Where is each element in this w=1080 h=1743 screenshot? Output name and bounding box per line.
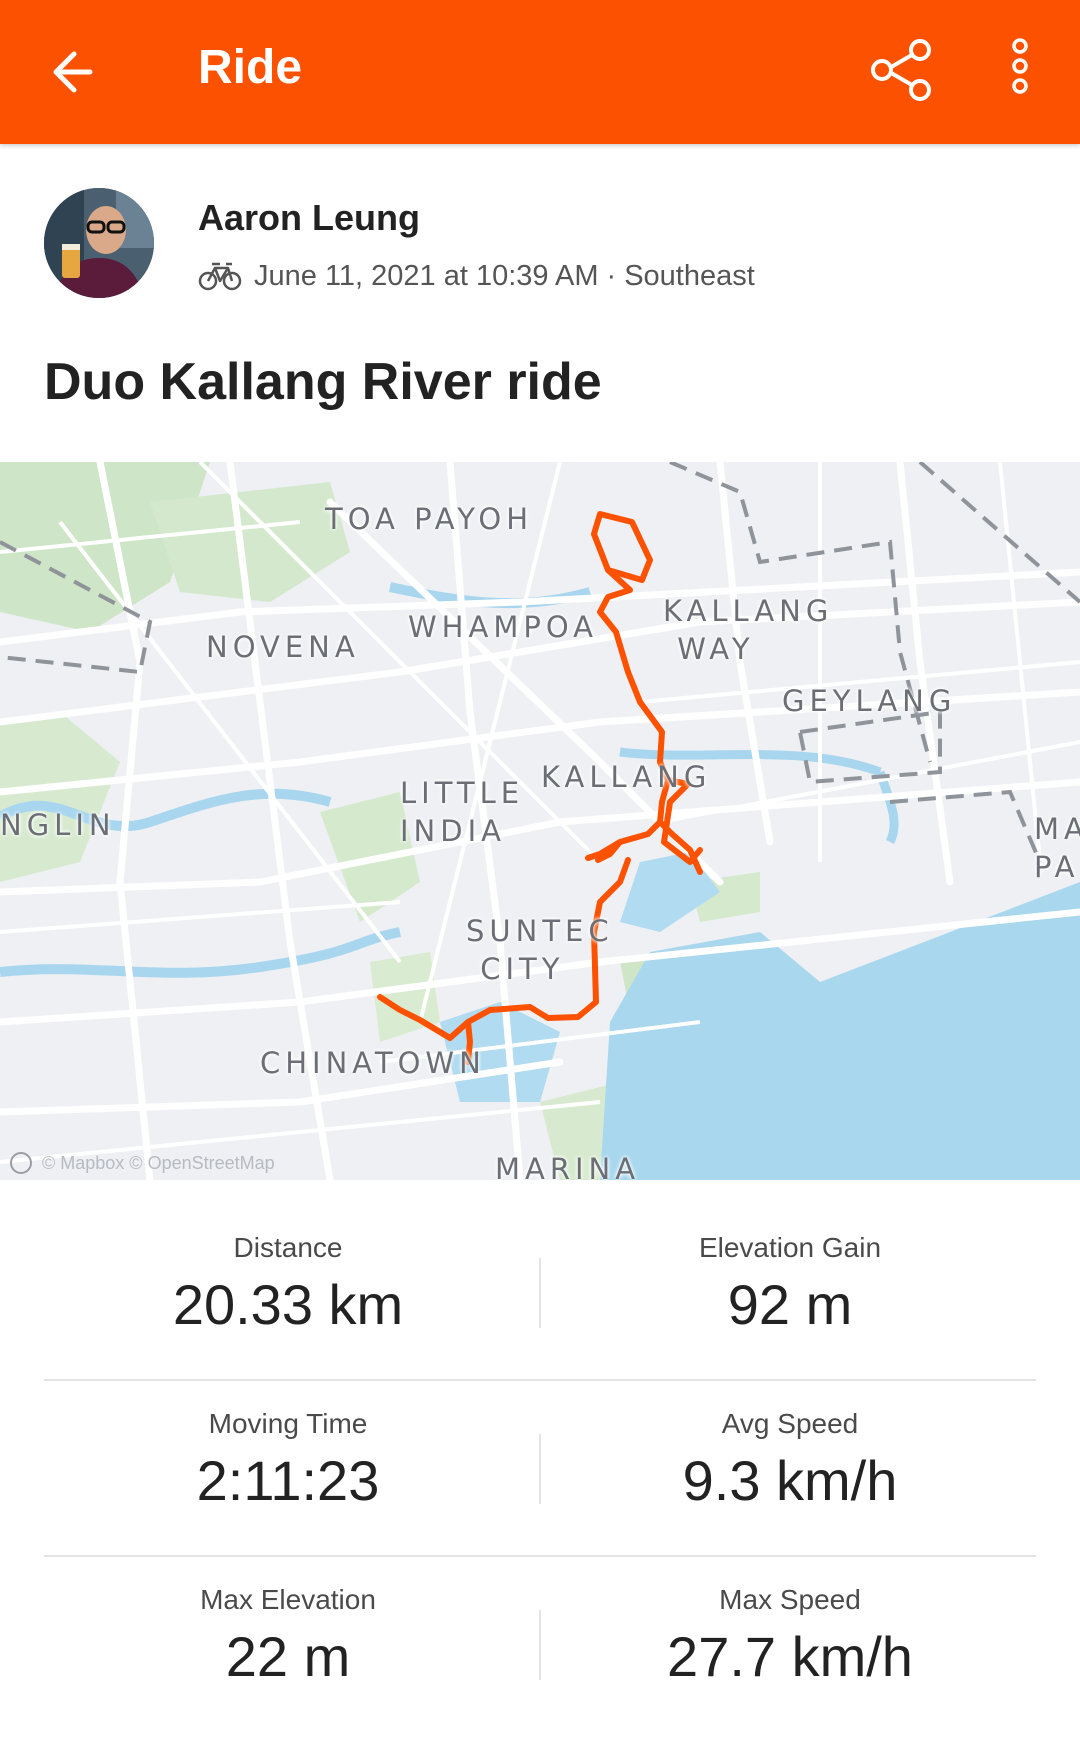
map-label-marine-parade: MA PA: [1034, 812, 1080, 884]
activity-date: June 11, 2021 at 10:39 AM: [254, 259, 599, 292]
stat-label: Max Elevation: [200, 1584, 376, 1615]
row-divider: [44, 1379, 1036, 1381]
stat-label: Moving Time: [208, 1408, 368, 1439]
stat-avg-speed: Avg Speed 9.3 km/h: [540, 1406, 1040, 1516]
activity-meta: June 11, 2021 at 10:39 AM · Southeast: [198, 254, 755, 298]
map-label-geylang: GEYLANG: [782, 684, 957, 718]
map-label-chinatown: CHINATOWN: [260, 1046, 486, 1080]
stat-label: Elevation Gain: [698, 1232, 882, 1263]
meta-separator: ·: [606, 259, 617, 292]
activity-title: Duo Kallang River ride: [44, 353, 602, 411]
stat-value: 92 m: [727, 1273, 853, 1336]
stat-distance: Distance 20.33 km: [38, 1230, 538, 1340]
activity-header: Aaron Leung June 11, 2021 at 10:39 AM · …: [0, 144, 1080, 464]
page-title: Ride: [198, 41, 303, 94]
map-label-whampoa: WHAMPOA: [408, 610, 598, 644]
back-arrow-icon[interactable]: [44, 36, 116, 108]
stat-elevation-gain: Elevation Gain 92 m: [540, 1230, 1040, 1340]
stat-value: 2:11:23: [196, 1449, 380, 1512]
athlete-name[interactable]: Aaron Leung: [198, 196, 420, 240]
stat-max-speed: Max Speed 27.7 km/h: [540, 1582, 1040, 1692]
stat-value: 27.7 km/h: [667, 1625, 913, 1688]
stat-value: 22 m: [225, 1625, 351, 1688]
stat-value: 9.3 km/h: [682, 1449, 898, 1512]
map-label-suntec-city: SUNTEC CITY: [466, 914, 614, 986]
map-label-kallang: KALLANG: [541, 760, 712, 794]
map-label-toa-payoh: TOA PAYOH: [325, 502, 534, 536]
stats-grid: Distance 20.33 km Elevation Gain 92 m Mo…: [0, 1180, 1080, 1743]
activity-location: Southeast: [624, 259, 755, 292]
stat-label: Max Speed: [719, 1584, 861, 1615]
stat-max-elevation: Max Elevation 22 m: [38, 1582, 538, 1692]
stat-label: Avg Speed: [721, 1408, 859, 1439]
avatar[interactable]: [44, 188, 154, 298]
map-base: [0, 462, 1080, 1180]
stat-value: 20.33 km: [172, 1273, 404, 1336]
stat-moving-time: Moving Time 2:11:23: [38, 1406, 538, 1516]
map-label-little-india: LITTLE INDIA: [400, 776, 525, 848]
map-label-novena: NOVENA: [206, 630, 360, 664]
row-divider: [44, 1555, 1036, 1557]
bike-icon: [198, 262, 242, 291]
map-label-edge-west: NGLIN: [0, 808, 116, 842]
stat-label: Distance: [233, 1232, 343, 1263]
share-icon[interactable]: [862, 30, 942, 110]
map-label-marina: MARINA: [495, 1152, 641, 1180]
more-vertical-icon[interactable]: [1000, 30, 1040, 110]
map-attribution[interactable]: © Mapbox © OpenStreetMap: [10, 1152, 275, 1174]
mapbox-logo-icon: [10, 1152, 32, 1174]
route-map[interactable]: TOA PAYOH NOVENA WHAMPOA KALLANG WAY GEY…: [0, 462, 1080, 1180]
map-label-kallang-way: KALLANG WAY: [663, 594, 834, 666]
app-bar: Ride: [0, 0, 1080, 144]
